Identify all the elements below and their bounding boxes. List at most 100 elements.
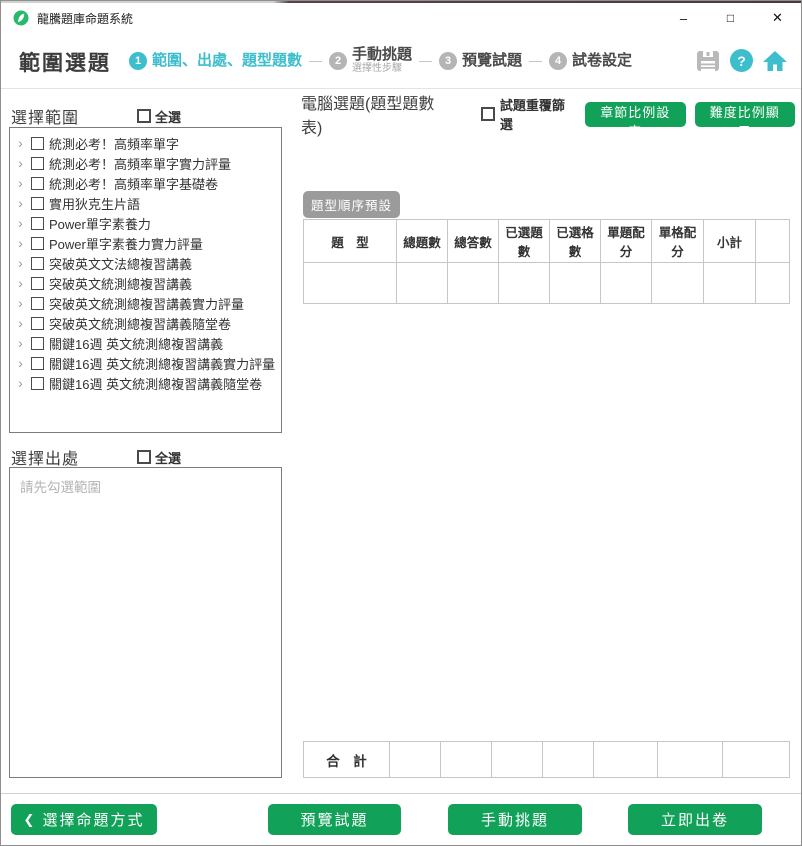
tree-item[interactable]: › 實用狄克生片語 [12, 193, 279, 213]
back-arrow-icon: ❮ [24, 812, 37, 828]
item-checkbox[interactable] [31, 237, 44, 250]
item-label: 實用狄克生片語 [49, 194, 140, 213]
tree-item[interactable]: › Power單字素養力 [12, 213, 279, 233]
total-cell [492, 742, 543, 778]
total-cell [594, 742, 658, 778]
item-checkbox[interactable] [31, 197, 44, 210]
item-label: 突破英文統測總複習講義實力評量 [49, 294, 244, 313]
titlebar: 龍騰題庫命題系統 – □ ✕ [1, 3, 801, 33]
item-checkbox[interactable] [31, 257, 44, 270]
item-checkbox[interactable] [31, 297, 44, 310]
tree-item[interactable]: › 突破英文統測總複習講義 [12, 273, 279, 293]
chevron-right-icon[interactable]: › [12, 376, 26, 390]
help-button[interactable]: ? [730, 49, 753, 72]
tree-item[interactable]: › Power單字素養力實力評量 [12, 233, 279, 253]
save-button[interactable] [695, 49, 721, 73]
column-header [756, 220, 790, 263]
computer-select-header: 電腦選題(題型題數表) 試題重覆篩選 章節比例設定 難度比例顯示 [301, 101, 795, 127]
home-icon [762, 49, 788, 73]
chevron-right-icon[interactable]: › [12, 196, 26, 210]
preview-button[interactable]: 預覽試題 [268, 804, 401, 835]
manual-pick-button[interactable]: 手動挑題 [448, 804, 582, 835]
back-button[interactable]: ❮ 選擇命題方式 [11, 804, 157, 835]
table-row [304, 263, 790, 304]
range-select-all[interactable]: 全選 [137, 107, 181, 126]
chevron-right-icon[interactable]: › [12, 236, 26, 250]
column-header: 單題配分 [601, 220, 652, 263]
item-checkbox[interactable] [31, 277, 44, 290]
stepper: 1 範圍、出處、題型題數 — 2 手動挑題 選擇性步驟 — 3 預覽試題 [129, 33, 632, 88]
tree-item[interactable]: › 關鍵16週 英文統測總複習講義實力評量 [12, 353, 279, 373]
table-cell [550, 263, 601, 304]
column-header: 總題數 [397, 220, 448, 263]
type-order-button[interactable]: 題型順序預設 [303, 191, 400, 218]
close-button[interactable]: ✕ [754, 3, 801, 33]
tree-item[interactable]: › 關鍵16週 英文統測總複習講義隨堂卷 [12, 373, 279, 393]
step-4-label: 試卷設定 [572, 52, 632, 69]
item-checkbox[interactable] [31, 177, 44, 190]
source-select-all-label: 全選 [155, 448, 181, 467]
chevron-right-icon[interactable]: › [12, 176, 26, 190]
column-header: 已選題數 [499, 220, 550, 263]
chevron-right-icon[interactable]: › [12, 136, 26, 150]
tree-item[interactable]: › 關鍵16週 英文統測總複習講義 [12, 333, 279, 353]
tree-item[interactable]: › 突破英文統測總複習講義隨堂卷 [12, 313, 279, 333]
duplicate-filter-checkbox[interactable] [481, 107, 495, 121]
item-checkbox[interactable] [31, 317, 44, 330]
tree-item[interactable]: › 突破英文文法總複習講義 [12, 253, 279, 273]
table-cell [756, 263, 790, 304]
source-select-all[interactable]: 全選 [137, 448, 181, 467]
chevron-right-icon[interactable]: › [12, 356, 26, 370]
tree-item[interactable]: › 統測必考！高頻率單字 [12, 133, 279, 153]
item-label: 突破英文統測總複習講義隨堂卷 [49, 314, 231, 333]
duplicate-filter[interactable]: 試題重覆篩選 [481, 95, 576, 133]
chevron-right-icon[interactable]: › [12, 256, 26, 270]
table-cell [499, 263, 550, 304]
range-select-all-checkbox[interactable] [137, 109, 151, 123]
step-separator: — [309, 53, 322, 68]
bottom-divider [1, 793, 801, 794]
step-2-label: 手動挑題 [352, 46, 412, 63]
total-label: 合 計 [304, 742, 390, 778]
step-3[interactable]: 3 預覽試題 [439, 52, 522, 70]
chevron-right-icon[interactable]: › [12, 216, 26, 230]
item-label: 突破英文文法總複習講義 [49, 254, 192, 273]
chevron-right-icon[interactable]: › [12, 336, 26, 350]
total-row-table: 合 計 [303, 741, 790, 778]
step-4[interactable]: 4 試卷設定 [549, 52, 632, 70]
difficulty-ratio-button[interactable]: 難度比例顯示 [695, 102, 795, 127]
chevron-right-icon[interactable]: › [12, 296, 26, 310]
source-select-all-checkbox[interactable] [137, 450, 151, 464]
tree-item[interactable]: › 突破英文統測總複習講義實力評量 [12, 293, 279, 313]
generate-button[interactable]: 立即出卷 [628, 804, 762, 835]
item-label: Power單字素養力 [49, 214, 151, 233]
chapter-ratio-button[interactable]: 章節比例設定 [585, 102, 685, 127]
tree-item[interactable]: › 統測必考！高頻率單字實力評量 [12, 153, 279, 173]
step-3-label: 預覽試題 [462, 52, 522, 69]
item-label: 關鍵16週 英文統測總複習講義 [49, 334, 223, 353]
source-section-title: 選擇出處 [11, 445, 79, 469]
item-label: 關鍵16週 英文統測總複習講義實力評量 [49, 354, 275, 373]
minimize-button[interactable]: – [660, 3, 707, 33]
item-label: 統測必考！高頻率單字實力評量 [49, 154, 231, 173]
item-checkbox[interactable] [31, 217, 44, 230]
column-header: 小計 [704, 220, 756, 263]
home-button[interactable] [762, 49, 788, 73]
item-label: 統測必考！高頻率單字基礎卷 [49, 174, 218, 193]
item-checkbox[interactable] [31, 157, 44, 170]
chevron-right-icon[interactable]: › [12, 276, 26, 290]
step-2[interactable]: 2 手動挑題 選擇性步驟 [329, 46, 412, 75]
chevron-right-icon[interactable]: › [12, 316, 26, 330]
step-1[interactable]: 1 範圍、出處、題型題數 [129, 52, 302, 70]
range-tree-box: › 統測必考！高頻率單字 › 統測必考！高頻率單字實力評量 › 統測必考！高頻率… [9, 127, 282, 433]
item-checkbox[interactable] [31, 377, 44, 390]
item-checkbox[interactable] [31, 357, 44, 370]
step-1-number: 1 [129, 52, 147, 70]
item-checkbox[interactable] [31, 137, 44, 150]
tree-item[interactable]: › 統測必考！高頻率單字基礎卷 [12, 173, 279, 193]
item-checkbox[interactable] [31, 337, 44, 350]
item-label: 關鍵16週 英文統測總複習講義隨堂卷 [49, 374, 262, 393]
page-header: 範圍選題 1 範圍、出處、題型題數 — 2 手動挑題 選擇性步驟 — 3 預 [1, 33, 801, 89]
chevron-right-icon[interactable]: › [12, 156, 26, 170]
maximize-button[interactable]: □ [707, 3, 754, 33]
